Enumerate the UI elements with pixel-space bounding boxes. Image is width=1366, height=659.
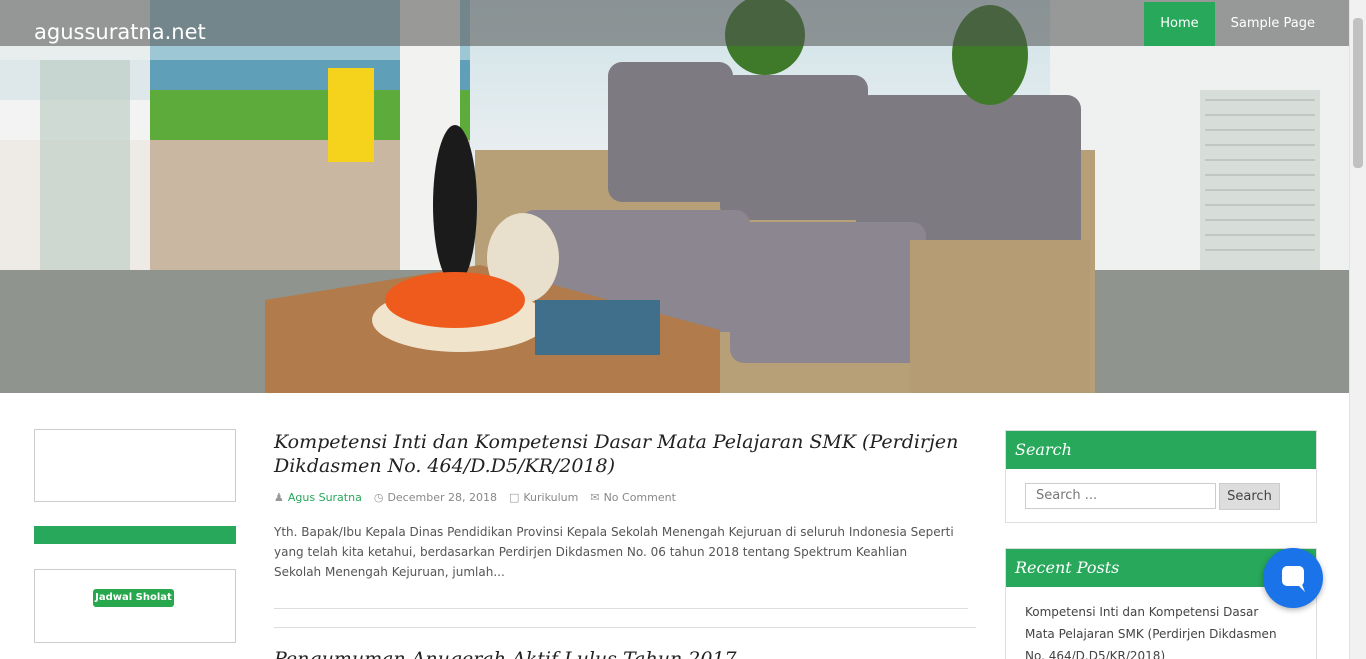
site-title[interactable]: agussuratna.net (34, 20, 206, 44)
recent-post-link[interactable]: Kompetensi Inti dan Kompetensi Dasar Mat… (1025, 601, 1287, 659)
next-post-title[interactable]: Pengumuman Anugerah Aktif Lulus Tahun 20… (274, 648, 737, 659)
chat-bubble-icon (1282, 566, 1305, 592)
nav-home[interactable]: Home (1144, 2, 1215, 46)
chat-button[interactable] (1263, 548, 1323, 608)
user-icon: ♟ (274, 491, 284, 504)
living-room-photo (0, 0, 1349, 393)
scrollbar-thumb[interactable] (1353, 18, 1363, 168)
search-input[interactable]: Search ... (1025, 483, 1216, 509)
post-title[interactable]: Kompetensi Inti dan Kompetensi Dasar Mat… (274, 430, 964, 478)
post-excerpt: Yth. Bapak/Ibu Kepala Dinas Pendidikan P… (274, 525, 954, 579)
file-icon: □ (508, 491, 520, 504)
left-green-bar (34, 526, 236, 544)
divider (274, 608, 968, 609)
nav-sample-page[interactable]: Sample Page (1215, 2, 1331, 46)
post-meta: ♟ Agus Suratna ◷ December 28, 2018 □ Kuriku… (274, 491, 676, 504)
search-widget-title: Search (1006, 431, 1316, 469)
header-image: agussuratna.net Home Sample Page (0, 0, 1349, 393)
post-author[interactable]: Agus Suratna (288, 491, 362, 504)
post-date[interactable]: December 28, 2018 (387, 491, 497, 504)
main-nav: Home Sample Page (1144, 2, 1331, 46)
post-comments[interactable]: No Comment (604, 491, 676, 504)
left-widget-box (34, 429, 236, 502)
post-category[interactable]: Kurikulum (523, 491, 578, 504)
jadwal-sholat-button[interactable]: Jadwal Sholat (93, 589, 174, 607)
search-button[interactable]: Search (1219, 483, 1280, 510)
divider (274, 627, 976, 628)
page-scrollbar[interactable] (1349, 0, 1366, 659)
clock-icon: ◷ (373, 491, 384, 504)
search-widget: Search Search ... Search (1005, 430, 1317, 523)
comments-icon: ✉ (590, 491, 600, 504)
